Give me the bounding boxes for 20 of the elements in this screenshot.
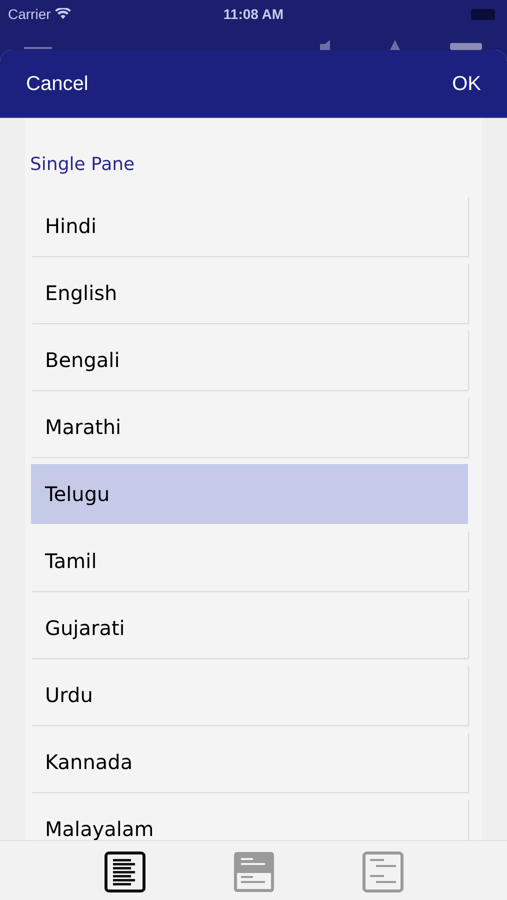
language-item[interactable]: Urdu: [31, 665, 468, 725]
ok-button[interactable]: OK: [452, 68, 481, 98]
language-item[interactable]: Bengali: [31, 330, 468, 390]
parallel-pane-icon[interactable]: [362, 851, 404, 893]
cancel-button[interactable]: Cancel: [26, 68, 88, 98]
language-item[interactable]: Gujarati: [31, 598, 468, 658]
status-time: 11:08 AM: [223, 4, 284, 24]
section-title: Single Pane: [30, 154, 135, 175]
split-pane-icon[interactable]: [232, 851, 274, 893]
language-item[interactable]: Hindi: [31, 196, 468, 256]
carrier-label: Carrier: [8, 4, 51, 24]
battery-icon: [471, 8, 495, 20]
language-item[interactable]: English: [31, 263, 468, 323]
language-item[interactable]: Kannada: [31, 732, 468, 792]
single-pane-icon[interactable]: [104, 851, 146, 893]
language-item[interactable]: Malayalam: [31, 799, 468, 840]
wifi-icon: [54, 8, 71, 20]
language-item[interactable]: Telugu: [31, 464, 468, 524]
language-item[interactable]: Tamil: [31, 531, 468, 591]
language-item[interactable]: Marathi: [31, 397, 468, 457]
